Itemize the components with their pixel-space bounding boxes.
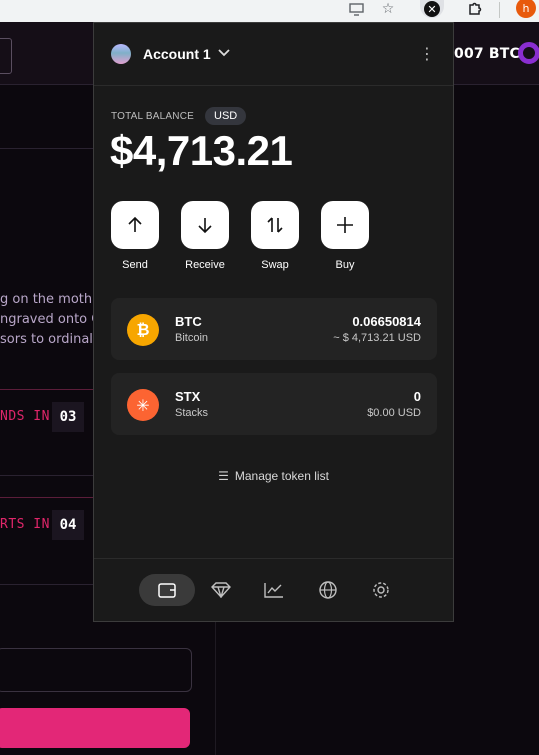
timer-value: 04 — [52, 510, 84, 540]
token-row-stx[interactable]: ✳ STX Stacks 0 $0.00 USD — [111, 373, 437, 435]
total-balance-label: TOTAL BALANCE — [111, 111, 194, 122]
amount-input[interactable] — [0, 648, 192, 692]
token-usd-value: $0.00 USD — [367, 407, 421, 419]
account-name[interactable]: Account 1 — [143, 46, 211, 62]
settings-icon[interactable] — [353, 574, 409, 606]
currency-badge[interactable]: USD — [205, 107, 247, 125]
receive-button[interactable]: Receive — [181, 201, 229, 271]
body-text-line: sors to ordinals — [0, 332, 100, 347]
star-icon[interactable]: ☆ — [376, 0, 400, 18]
buy-label: Buy — [335, 259, 355, 271]
token-usd-value: ~ $ 4,713.21 USD — [333, 332, 421, 344]
arrow-down-icon — [181, 201, 229, 249]
header-box — [0, 38, 12, 74]
token-symbol: STX — [175, 389, 201, 404]
toolbar-divider — [499, 2, 500, 18]
btc-balance-fragment: 007 BTC — [454, 46, 520, 62]
send-button[interactable]: Send — [111, 201, 159, 271]
chart-icon[interactable] — [246, 574, 302, 606]
wallet-icon[interactable] — [139, 574, 195, 606]
arrow-up-icon — [111, 201, 159, 249]
body-text-line: ngraved onto C — [0, 312, 101, 327]
bitcoin-icon: ₿ — [127, 314, 159, 346]
mint-button[interactable] — [0, 708, 190, 748]
stacks-icon: ✳ — [127, 389, 159, 421]
profile-avatar[interactable]: h — [516, 0, 536, 18]
timer-value: 03 — [52, 402, 84, 432]
account-avatar[interactable] — [111, 44, 131, 64]
manage-token-list-label: Manage token list — [234, 469, 329, 483]
token-amount: 0 — [413, 389, 421, 404]
browser-toolbar: ☆ ✕ h — [0, 0, 539, 22]
swap-button[interactable]: Swap — [251, 201, 299, 271]
body-text-line: g on the moth — [0, 292, 93, 307]
monitor-icon[interactable] — [344, 0, 368, 18]
token-row-btc[interactable]: ₿ BTC Bitcoin 0.06650814 ~ $ 4,713.21 US… — [111, 298, 437, 360]
chevron-down-icon[interactable] — [218, 46, 230, 60]
globe-icon[interactable] — [300, 574, 356, 606]
total-balance: $4,713.21 — [110, 127, 293, 174]
token-name: Stacks — [175, 407, 209, 419]
site-logo[interactable] — [518, 42, 539, 64]
token-amount: 0.06650814 — [352, 314, 421, 329]
manage-token-list-link[interactable]: ☰ Manage token list — [94, 469, 453, 483]
timer-label: NDS IN — [0, 409, 50, 424]
token-name: Bitcoin — [175, 332, 209, 344]
swap-icon — [251, 201, 299, 249]
token-symbol: BTC — [175, 314, 202, 329]
bottom-nav — [94, 558, 453, 623]
account-header: Account 1 ⋮ — [94, 23, 453, 86]
timer-label: RTS IN — [0, 517, 50, 532]
wallet-popup: Account 1 ⋮ TOTAL BALANCE USD $4,713.21 … — [93, 22, 454, 622]
more-options-icon[interactable]: ⋮ — [419, 44, 435, 63]
list-icon: ☰ — [218, 469, 229, 483]
gem-icon[interactable] — [193, 574, 249, 606]
puzzle-icon[interactable] — [463, 0, 487, 18]
buy-button[interactable]: Buy — [321, 201, 369, 271]
wallet-extension-icon[interactable]: ✕ — [420, 0, 444, 18]
x-logo-icon: ✕ — [424, 1, 440, 17]
plus-icon — [321, 201, 369, 249]
